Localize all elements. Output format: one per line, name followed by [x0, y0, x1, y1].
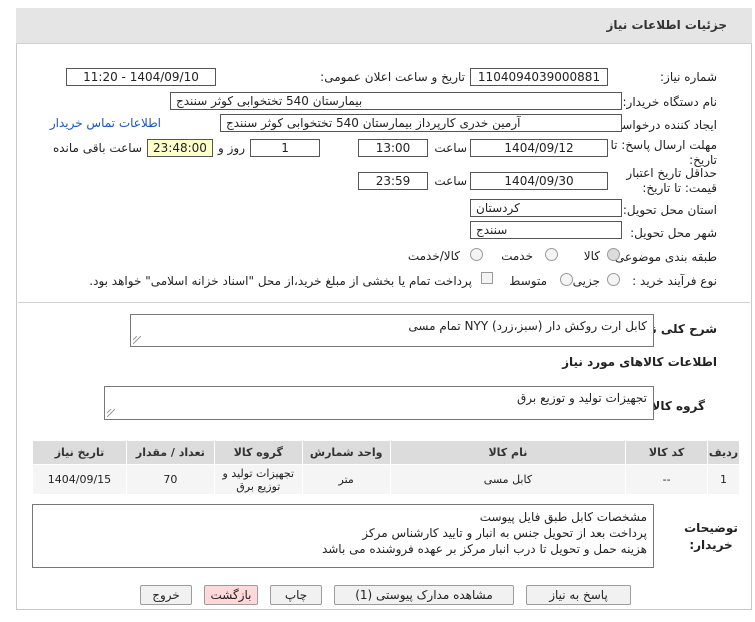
cell-group: تجهیزات تولید و توزیع برق [213, 464, 303, 495]
print-button[interactable]: چاپ [270, 585, 322, 605]
table-row[interactable]: 1 -- کابل مسی متر تجهیزات تولید و توزیع … [32, 464, 740, 495]
col-item-code: کد کالا [625, 440, 709, 465]
category-service-radio[interactable] [545, 248, 558, 261]
view-attachments-button[interactable]: مشاهده مدارک پیوستی (1) [334, 585, 514, 605]
category-label: طبقه بندی موضوعی: [610, 250, 717, 264]
purchase-medium-label: متوسط [509, 274, 547, 288]
validity-time-label: ساعت [434, 174, 467, 188]
resize-grip-icon[interactable] [133, 336, 141, 344]
cell-item-code: -- [625, 464, 709, 495]
reply-deadline-label: مهلت ارسال پاسخ: تا تاریخ: [610, 138, 717, 167]
divider [18, 302, 750, 303]
exit-button[interactable]: خروج [140, 585, 192, 605]
creator-label: ایجاد کننده درخواست: [606, 118, 717, 132]
reply-date-field: 1404/09/12 [470, 139, 608, 157]
goods-group-field[interactable]: تجهیزات تولید و توزیع برق [104, 386, 654, 420]
cell-item-name: کابل مسی [389, 464, 627, 495]
cell-row-number: 1 [707, 464, 740, 495]
buyer-org-label: نام دستگاه خریدار: [622, 95, 718, 109]
goods-info-title: اطلاعات کالاهای مورد نیاز [562, 355, 717, 369]
treasury-checkbox[interactable] [481, 272, 493, 284]
category-goods-service-radio[interactable] [470, 248, 483, 261]
category-goods-label: کالا [583, 249, 600, 263]
province-field: کردستان [470, 199, 622, 217]
items-table: ردیف کد کالا نام کالا واحد شمارش گروه کا… [32, 440, 740, 495]
col-item-name: نام کالا [389, 440, 627, 465]
validity-time-field: 23:59 [358, 172, 428, 190]
page-title: جزئیات اطلاعات نیاز [606, 18, 727, 32]
remaining-label: ساعت باقی مانده [52, 141, 142, 155]
announce-label: تاریخ و ساعت اعلان عمومی: [320, 70, 465, 84]
reply-time-label: ساعت [434, 141, 467, 155]
payment-note: پرداخت تمام یا بخشی از مبلغ خرید،از محل … [89, 274, 472, 288]
buyer-notes-field[interactable]: مشخصات کابل طبق فایل پیوست پرداخت بعد از… [32, 504, 654, 568]
need-number-label: شماره نیاز: [660, 70, 717, 84]
col-row-number: ردیف [707, 440, 740, 465]
resize-grip-icon[interactable] [107, 409, 115, 417]
province-label: استان محل تحویل: [622, 203, 717, 217]
city-label: شهر محل تحویل: [630, 226, 717, 240]
category-service-label: خدمت [501, 249, 533, 263]
table-header-row: ردیف کد کالا نام کالا واحد شمارش گروه کا… [32, 440, 740, 465]
purchase-type-label: نوع فرآیند خرید : [632, 274, 717, 288]
category-goods-service-label: کالا/خدمت [407, 249, 460, 263]
col-group: گروه کالا [213, 440, 303, 465]
need-number-field: 1104094039000881 [470, 68, 608, 86]
buyer-notes-label: توضیحات خریدار: [684, 521, 738, 552]
reply-time-field: 13:00 [358, 139, 428, 157]
purchase-minor-radio[interactable] [607, 273, 620, 286]
goods-group-label: گروه کالا: [646, 399, 705, 413]
category-goods-radio[interactable] [607, 248, 620, 261]
days-field: 1 [250, 139, 320, 157]
validity-date-field: 1404/09/30 [470, 172, 608, 190]
days-label: روز و [218, 141, 245, 155]
contact-buyer-link[interactable]: اطلاعات تماس خریدار [50, 116, 161, 130]
buyer-notes-line-2: پرداخت بعد از تحویل جنس به انبار و تایید… [362, 526, 647, 540]
goods-group-text: تجهیزات تولید و توزیع برق [517, 391, 647, 405]
validity-label: حداقل تاریخ اعتبار قیمت: تا تاریخ: [626, 166, 717, 195]
general-desc-text: کابل ارت روکش دار (سبز،زرد) NYY تمام مسی [408, 319, 647, 333]
buyer-notes-line-3: هزینه حمل و تحویل تا درب انبار مرکز بر ع… [321, 542, 647, 556]
cell-unit: متر [301, 464, 391, 495]
announce-field: 1404/09/10 - 11:20 [66, 68, 216, 86]
purchase-medium-radio[interactable] [560, 273, 573, 286]
reply-button[interactable]: پاسخ به نیاز [526, 585, 631, 605]
cell-need-date: 1404/09/15 [32, 464, 127, 495]
col-unit: واحد شمارش [301, 440, 391, 465]
creator-field: آرمین خدری کارپرداز بیمارستان 540 تختخوا… [220, 114, 622, 132]
cell-quantity: 70 [125, 464, 215, 495]
city-field: سنندج [470, 221, 622, 239]
col-need-date: تاریخ نیاز [32, 440, 127, 465]
remaining-time-field: 23:48:00 [147, 139, 213, 157]
purchase-minor-label: جزیی [572, 274, 600, 288]
back-button[interactable]: بازگشت [204, 585, 258, 605]
general-desc-field[interactable]: کابل ارت روکش دار (سبز،زرد) NYY تمام مسی [130, 314, 654, 347]
buyer-org-field: بیمارستان 540 تختخوابی کوثر سنندج [170, 92, 622, 110]
buyer-notes-line-1: مشخصات کابل طبق فایل پیوست [479, 510, 647, 524]
col-quantity: تعداد / مقدار [125, 440, 215, 465]
